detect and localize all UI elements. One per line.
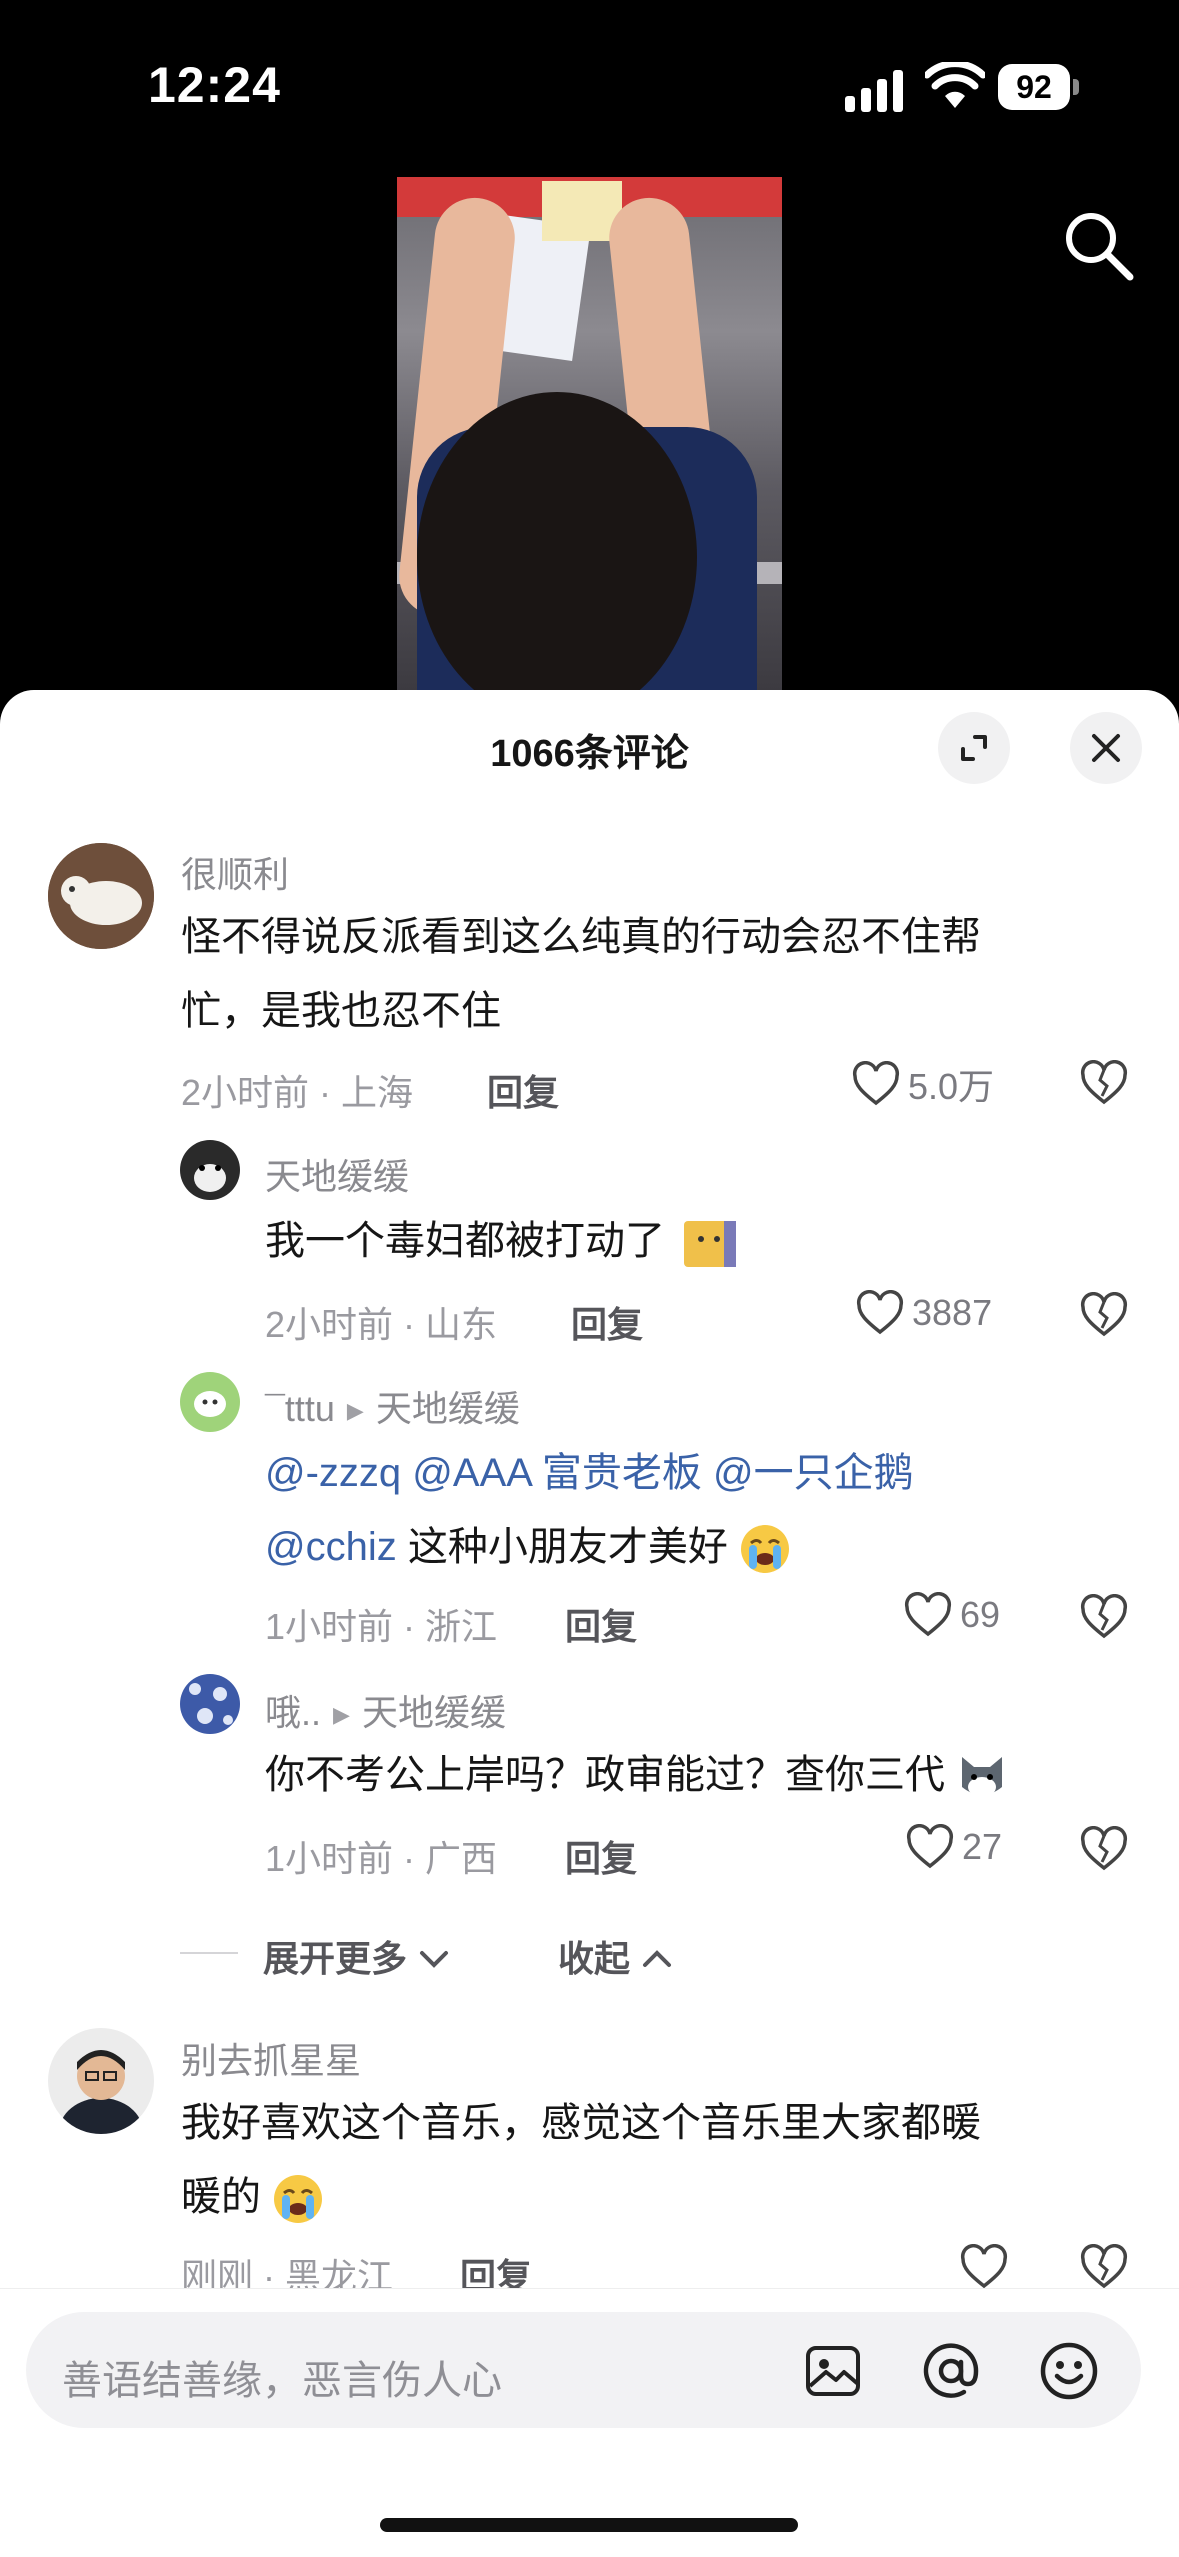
comment-username[interactable]: 很顺利 [181,846,289,898]
reply-username[interactable]: 天地缓缓 [265,1148,409,1200]
comment-meta: 2小时前 · 上海 [181,1072,414,1113]
dog-avatar-image [180,1140,240,1200]
like-count: 69 [960,1594,1001,1635]
comment-username[interactable]: 别去抓星星 [181,2032,361,2084]
status-time: 12:24 [148,57,281,113]
reply-meta: 2小时前 · 山东 [265,1304,498,1345]
like-button[interactable]: 69 [904,1592,1000,1638]
home-indicator[interactable] [380,2518,798,2532]
emoji-icon[interactable] [1038,2340,1100,2402]
divider [180,1952,238,1954]
dog-emoji-icon [962,1757,1003,1798]
like-button[interactable]: 27 [906,1824,1002,1870]
reply-text-content: 你不考公上岸吗？政审能过？查你三代 [265,1753,945,1797]
avatar[interactable] [180,1372,240,1432]
reply-meta: 1小时前 · 浙江 [265,1606,498,1647]
person-avatar-image [48,2028,154,2134]
like-count: 27 [962,1826,1003,1867]
reply-button[interactable]: 回复 [487,1064,559,1116]
show-more-replies-button[interactable]: 展开更多 [263,1930,451,1982]
expand-icon [961,735,987,761]
close-icon [1092,734,1120,762]
status-bar: 12:24 92 [0,0,1179,170]
reply-button[interactable]: 回复 [571,1296,643,1348]
mention-link[interactable]: @-zzzq [265,1451,401,1495]
reply-button[interactable]: 回复 [565,1830,637,1882]
reply-to-username[interactable]: 天地缓缓 [362,1692,506,1733]
reply-to-arrow-icon: ▶ [333,1702,350,1728]
comment-text-content: 暖的 [181,2175,261,2219]
avatar[interactable] [180,1674,240,1734]
mention-link[interactable]: @cchiz [265,1525,397,1569]
battery-indicator: 92 [998,64,1080,110]
heart-icon [906,1824,954,1869]
reply-text-content: 这种小朋友才美好 [407,1525,728,1569]
like-count: 3887 [912,1292,993,1333]
reply-username-text[interactable]: ¯tttu [265,1388,335,1429]
reply-text: 你不考公上岸吗？政审能过？查你三代 [265,1738,1008,1812]
heart-icon [852,1061,900,1106]
like-button[interactable]: 5.0万 [852,1058,994,1110]
reply-text: @-zzzq @AAA 富贵老板 @一只企鹅 [265,1436,914,1510]
cat-emoji-icon [684,1221,737,1268]
comment-text: 我好喜欢这个音乐，感觉这个音乐里大家都暖 [181,2101,981,2145]
broken-heart-icon[interactable] [1080,1060,1128,1106]
reply-text: @cchiz 这种小朋友才美好 [265,1510,791,1584]
close-button[interactable] [1070,712,1142,784]
reply-to-arrow-icon: ▶ [346,1398,364,1424]
reply-to-username[interactable]: 天地缓缓 [376,1388,520,1429]
broken-heart-icon[interactable] [1080,2244,1128,2290]
comment-input[interactable]: 善语结善缘，恶言伤人心 [26,2312,1141,2428]
comment-text: 忙，是我也忍不住 [181,989,501,1033]
mention-link[interactable]: @AAA 富贵老板 [412,1451,702,1495]
at-icon[interactable] [920,2340,982,2402]
reply-text-content: 我一个毒妇都被打动了 [265,1219,665,1263]
collapse-replies-button[interactable]: 收起 [558,1930,674,1982]
chevron-up-icon [643,1950,672,1967]
blue-pattern-avatar-image [180,1674,240,1734]
search-icon[interactable] [1058,205,1138,285]
replies-toggle-row: 展开更多 收起 [0,1930,1179,1990]
comment-input-placeholder: 善语结善缘，恶言伤人心 [62,2359,502,2403]
video-player[interactable] [397,177,782,692]
broken-heart-icon[interactable] [1080,1826,1128,1872]
chevron-down-icon [420,1951,449,1968]
crying-face-emoji-icon [741,1525,789,1574]
expand-button[interactable] [938,712,1010,784]
battery-tip [1073,79,1079,95]
reply-meta: 1小时前 · 广西 [265,1838,498,1879]
avatar[interactable] [180,1140,240,1200]
avatar[interactable] [48,843,154,949]
wifi-icon [925,62,985,108]
comment-text: 暖的 [181,2160,324,2234]
show-more-label: 展开更多 [263,1938,408,1979]
reply-button[interactable]: 回复 [565,1598,637,1650]
green-avatar-image [180,1372,240,1432]
mention-link[interactable]: @一只企鹅 [713,1451,914,1495]
reply-username: ¯tttu ▶ 天地缓缓 [265,1380,520,1432]
broken-heart-icon[interactable] [1080,1594,1128,1640]
like-count: 5.0万 [908,1066,995,1107]
like-button[interactable]: 3887 [856,1290,992,1336]
crying-face-emoji-icon [274,2175,323,2224]
reply-username: 哦.. ▶ 天地缓缓 [265,1684,506,1736]
reply-username-text[interactable]: 哦.. [265,1692,321,1733]
comment-text: 怪不得说反派看到这么纯真的行动会忍不住帮 [181,915,981,959]
heart-icon[interactable] [960,2244,1008,2290]
heart-icon [856,1290,904,1335]
collapse-label: 收起 [558,1938,631,1979]
avatar[interactable] [48,2028,154,2134]
image-icon[interactable] [802,2340,864,2402]
heart-icon [904,1592,952,1637]
battery-level: 92 [998,64,1070,110]
cat-avatar-image [48,843,154,949]
cellular-signal-icon [845,70,903,112]
broken-heart-icon[interactable] [1080,1292,1128,1338]
reply-text: 我一个毒妇都被打动了 [265,1204,737,1278]
